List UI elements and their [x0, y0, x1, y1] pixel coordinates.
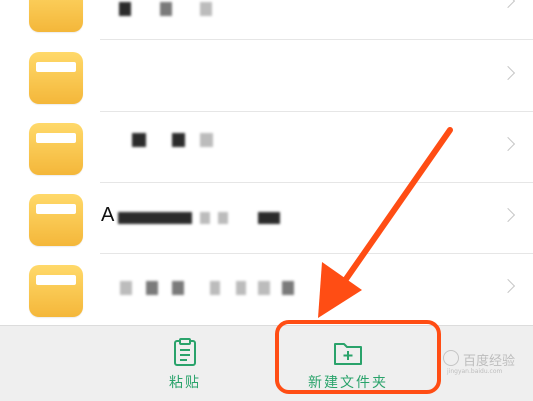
arrow-annotation — [318, 127, 453, 318]
watermark: 百度经验 jingyan.baidu.com — [443, 348, 523, 375]
watermark-text: 百度经验 — [463, 354, 516, 369]
watermark-subtext: jingyan.baidu.com — [447, 368, 503, 375]
watermark-logo-icon — [443, 350, 459, 366]
